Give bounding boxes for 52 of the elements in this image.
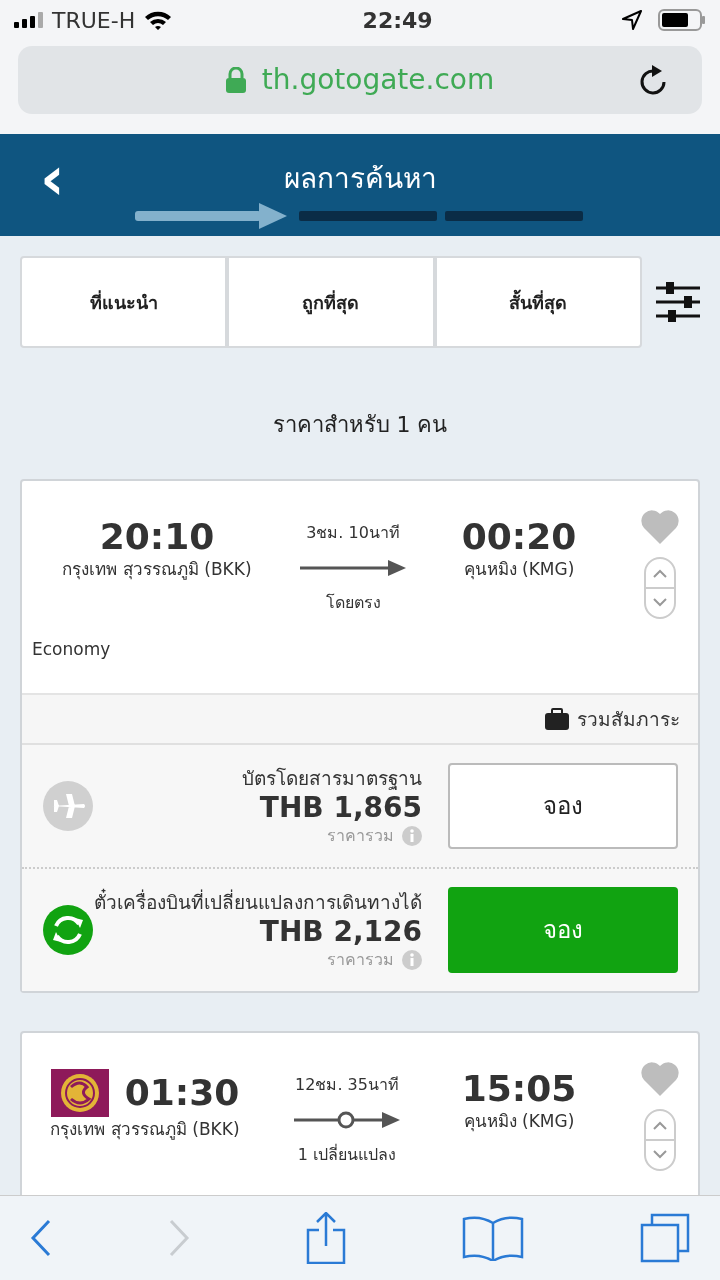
fare-price: THB 1,865 xyxy=(259,792,422,825)
fare-price: THB 2,126 xyxy=(259,916,422,949)
stops-label: โดยตรง xyxy=(325,592,381,614)
arrival-airport: คุนหมิง (KMG) xyxy=(463,557,575,582)
wifi-icon xyxy=(143,9,174,31)
arrival-airport: คุนหมิง (KMG) xyxy=(463,1109,575,1134)
flight-arrow-icon xyxy=(300,557,406,579)
cabin-class: Economy xyxy=(32,638,112,661)
tabs-icon[interactable] xyxy=(640,1213,690,1263)
expand-icon[interactable] xyxy=(644,1109,676,1171)
lock-icon xyxy=(225,67,246,93)
carrier-name: TRUE-H xyxy=(52,6,136,35)
info-icon[interactable] xyxy=(402,826,422,847)
expand-icon[interactable] xyxy=(644,557,676,619)
flight-card[interactable]: 01:30 กรุงเทพ สุวรรณภูมิ (BKK) 12ชม. 35นาที 1 เปลี่ยนแปลง 15:05 คุนหมิง (KMG) xyxy=(20,1031,700,1195)
heart-icon[interactable] xyxy=(640,509,680,545)
flight-duration: 12ชม. 35นาที xyxy=(295,1074,399,1096)
fare-name: บัตรโดยสารมาตรฐาน xyxy=(242,765,422,792)
total-price-label: ราคารวม xyxy=(327,825,394,848)
departure-airport: กรุงเทพ สุวรรณภูมิ (BKK) xyxy=(50,1118,240,1142)
arrival-time: 15:05 xyxy=(461,1069,577,1109)
info-icon[interactable] xyxy=(402,950,422,971)
price-note: ราคาสำหรับ 1 คน xyxy=(271,411,449,439)
total-price-label: ราคารวม xyxy=(327,949,394,972)
sort-tab[interactable]: สั้นที่สุด xyxy=(434,256,642,348)
filter-icon[interactable] xyxy=(656,282,700,322)
share-icon[interactable] xyxy=(306,1212,346,1264)
suitcase-icon xyxy=(545,707,569,730)
heart-icon[interactable] xyxy=(640,1061,680,1097)
baggage-label: รวมสัมภาระ xyxy=(577,706,680,732)
book-button[interactable]: จอง xyxy=(448,763,678,849)
location-icon xyxy=(622,10,642,30)
book-icon[interactable] xyxy=(462,1215,524,1261)
status-time: 22:49 xyxy=(362,6,433,35)
airplane-icon xyxy=(42,780,94,832)
sort-tab[interactable]: ถูกที่สุด xyxy=(227,256,435,348)
back-icon[interactable] xyxy=(30,1219,52,1257)
sort-tab[interactable]: ที่แนะนำ xyxy=(20,256,228,348)
refresh-badge-icon xyxy=(42,904,94,956)
flight-card[interactable]: 20:10 กรุงเทพ สุวรรณภูมิ (BKK) 3ชม. 10นาที โดยตรง 00:20 คุนหมิง (KMG) Economy รวมสัมภาระ บัตรโดยสารมาตรฐาน THB 1,865 ราคารวม จอง ตั๋วเครื่องบินที่เปลี่ยนแปลงการเดินทางได้ THB 2,126 ราคารวม จอง xyxy=(20,479,700,993)
departure-airport: กรุงเทพ สุวรรณภูมิ (BKK) xyxy=(62,557,252,582)
flight-duration: 3ชม. 10นาที xyxy=(306,522,400,544)
departure-time: 01:30 xyxy=(124,1073,240,1113)
connection-arrow-icon xyxy=(294,1109,400,1131)
back-button[interactable]: ‹ xyxy=(30,148,75,208)
battery-icon xyxy=(658,9,706,31)
fare-name: ตั๋วเครื่องบินที่เปลี่ยนแปลงการเดินทางได้ xyxy=(94,887,422,915)
arrival-time: 00:20 xyxy=(461,517,577,557)
stops-label: 1 เปลี่ยนแปลง xyxy=(297,1143,397,1166)
signal-icon xyxy=(14,12,44,28)
departure-time: 20:10 xyxy=(99,517,215,557)
page-title: ผลการค้นหา xyxy=(283,161,437,197)
